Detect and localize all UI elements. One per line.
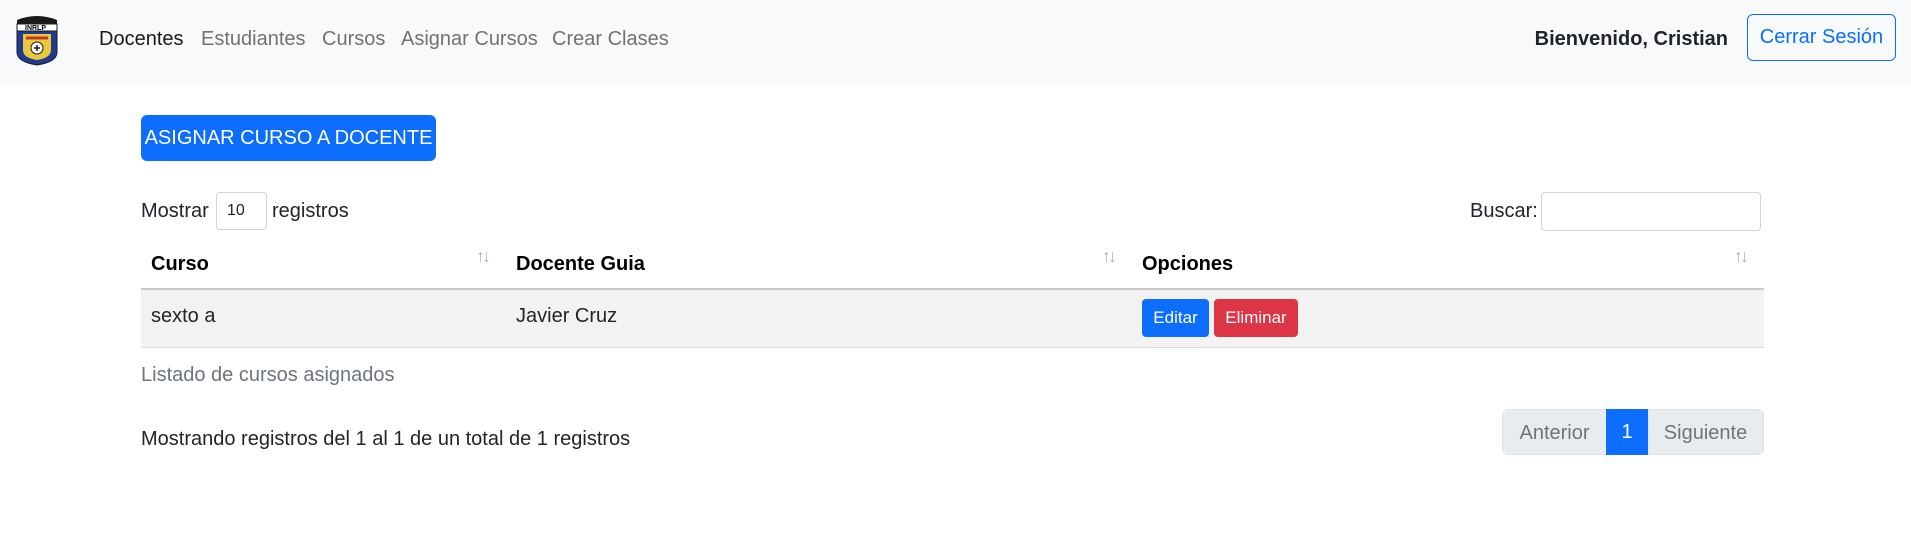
nav-link-asignar-cursos[interactable]: Asignar Cursos bbox=[401, 27, 538, 51]
nav-link-cursos[interactable]: Cursos bbox=[322, 27, 385, 51]
nav-link-docentes[interactable]: Docentes bbox=[99, 27, 184, 51]
table-row bbox=[141, 290, 1764, 348]
search-label: Buscar: bbox=[1470, 200, 1538, 222]
assign-course-button[interactable]: ASIGNAR CURSO A DOCENTE bbox=[141, 115, 436, 161]
logout-button[interactable]: Cerrar Sesión bbox=[1747, 14, 1896, 61]
pagination-page-1[interactable]: 1 bbox=[1606, 409, 1648, 455]
table-info: Mostrando registros del 1 al 1 de un tot… bbox=[141, 428, 631, 450]
pagination: Anterior 1 Siguiente bbox=[1502, 409, 1764, 455]
header-curso[interactable]: Curso bbox=[151, 252, 209, 276]
table-caption: Listado de cursos asignados bbox=[141, 364, 395, 386]
cell-docente: Javier Cruz bbox=[516, 305, 618, 327]
sort-arrows-icon[interactable]: ↑↓ bbox=[1734, 246, 1749, 267]
delete-button[interactable]: Eliminar bbox=[1214, 299, 1298, 337]
cell-curso: sexto a bbox=[151, 305, 216, 327]
pagination-next[interactable]: Siguiente bbox=[1648, 409, 1764, 455]
header-docente-guia[interactable]: Docente Guia bbox=[516, 252, 645, 276]
length-suffix-label: registros bbox=[272, 200, 349, 222]
top-navbar: INRLP Docentes Estudiantes Cursos Asigna… bbox=[0, 0, 1911, 84]
school-logo[interactable]: INRLP bbox=[14, 12, 60, 66]
header-opciones[interactable]: Opciones bbox=[1142, 252, 1233, 276]
sort-arrows-icon[interactable]: ↑↓ bbox=[476, 246, 491, 267]
sort-arrows-icon[interactable]: ↑↓ bbox=[1102, 246, 1117, 267]
length-prefix-label: Mostrar bbox=[141, 200, 209, 222]
search-input[interactable] bbox=[1541, 192, 1761, 231]
logo-text: INRLP bbox=[25, 25, 46, 32]
nav-link-crear-clases[interactable]: Crear Clases bbox=[552, 27, 669, 51]
page-length-select[interactable]: 10 bbox=[216, 192, 267, 230]
nav-link-estudiantes[interactable]: Estudiantes bbox=[201, 27, 306, 51]
welcome-text: Bienvenido, Cristian bbox=[1534, 28, 1728, 50]
pagination-previous[interactable]: Anterior bbox=[1502, 409, 1606, 455]
edit-button[interactable]: Editar bbox=[1142, 299, 1209, 337]
